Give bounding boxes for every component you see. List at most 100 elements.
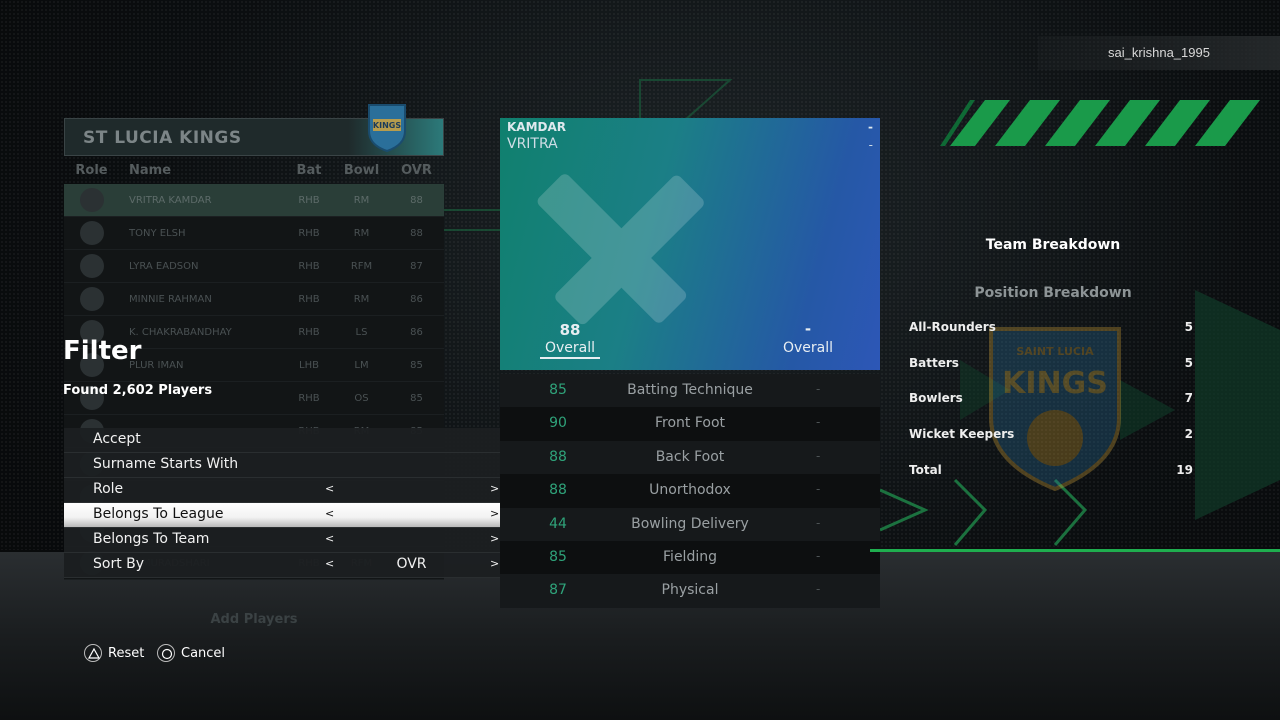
- roster-row[interactable]: MINNIE RAHMAN RHB RM 86: [64, 283, 444, 316]
- add-players-button[interactable]: Add Players: [64, 612, 444, 627]
- stat-name: Bowling Delivery: [631, 515, 749, 532]
- bat-style: LHB: [299, 359, 319, 371]
- chevron-left-icon[interactable]: <: [325, 532, 334, 545]
- compare-overall-label: Overall: [782, 340, 834, 356]
- player-name: MINNIE RAHMAN: [129, 293, 212, 305]
- filter-title: Filter: [63, 336, 142, 366]
- chevron-left-icon[interactable]: <: [325, 507, 334, 520]
- team-header-bar: ST LUCIA KINGS KINGS: [64, 104, 444, 156]
- filter-option-belongs-to-league[interactable]: Belongs To League < >: [64, 503, 516, 528]
- chevron-left-icon[interactable]: <: [325, 482, 334, 495]
- breakdown-value: 5: [1184, 356, 1193, 370]
- stat-row: 44 Bowling Delivery -: [500, 507, 880, 541]
- stat-name: Fielding: [663, 548, 717, 565]
- player-ovr: 86: [410, 293, 423, 305]
- breakdown-label: Batters: [909, 356, 959, 370]
- filter-menu: Accept Surname Starts With Role < > Belongs T…: [64, 428, 516, 578]
- breakdown-row: All-Rounders 5: [909, 318, 1193, 338]
- player-name: VRITRA KAMDAR: [129, 194, 212, 206]
- bat-style: RHB: [298, 326, 320, 338]
- found-players-count: Found 2,602 Players: [63, 383, 213, 398]
- bat-style: RHB: [298, 392, 320, 404]
- stat-compare-value: -: [816, 382, 821, 396]
- stat-row: 85 Batting Technique -: [500, 374, 880, 408]
- accent-line: [870, 549, 1280, 552]
- player-ovr: 86: [410, 326, 423, 338]
- stat-value: 88: [549, 448, 567, 465]
- player-name: LYRA EADSON: [129, 260, 199, 272]
- stat-compare-value: -: [816, 515, 821, 530]
- reset-hint[interactable]: Reset: [84, 644, 144, 662]
- chevron-right-icon[interactable]: >: [490, 507, 499, 520]
- filter-option-label: Sort By: [93, 556, 145, 572]
- filter-option-value: OVR: [396, 556, 427, 572]
- bowl-style: RM: [353, 227, 370, 239]
- col-name-header: Name: [129, 162, 172, 178]
- player-card: KAMDAR VRITRA - - 88 Overall - Overall: [500, 118, 880, 370]
- roster-row[interactable]: VRITRA KAMDAR RHB RM 88: [64, 184, 444, 217]
- chevron-right-icon[interactable]: >: [490, 532, 499, 545]
- stat-compare-value: -: [816, 582, 821, 597]
- player-ovr: 88: [410, 194, 423, 206]
- col-bat-header: Bat: [296, 162, 322, 178]
- col-bowl-header: Bowl: [343, 162, 380, 178]
- breakdown-row: Wicket Keepers 2: [909, 425, 1193, 445]
- cancel-label: Cancel: [181, 645, 226, 661]
- breakdown-label: All-Rounders: [909, 320, 996, 334]
- triangle-button-icon: [84, 644, 102, 662]
- stat-name: Back Foot: [655, 448, 725, 465]
- filter-option-role[interactable]: Role < >: [64, 478, 516, 503]
- role-icon: [64, 254, 119, 278]
- compare-surname: -: [868, 120, 873, 134]
- breakdown-row: Bowlers 7: [909, 389, 1193, 409]
- reset-label: Reset: [108, 645, 145, 661]
- stat-value: 85: [549, 548, 567, 565]
- chevron-right-icon[interactable]: >: [490, 557, 499, 570]
- breakdown-value: 2: [1184, 427, 1193, 441]
- stat-value: 85: [549, 382, 567, 398]
- filter-option-label: Belongs To League: [93, 506, 224, 522]
- chevron-right-icon[interactable]: >: [490, 482, 499, 495]
- stat-name: Unorthodox: [649, 482, 731, 499]
- col-role-header: Role: [75, 162, 108, 178]
- username-tag: sai_krishna_1995: [1038, 36, 1280, 70]
- player-ovr: 88: [410, 227, 423, 239]
- player-name: TONY ELSH: [129, 227, 186, 239]
- team-logo-icon: KINGS: [368, 104, 406, 153]
- filter-option-surname-starts-with[interactable]: Surname Starts With: [64, 453, 516, 478]
- bowl-style: LM: [354, 359, 369, 371]
- stat-name: Physical: [661, 582, 719, 599]
- svg-text:KINGS: KINGS: [373, 121, 401, 130]
- stat-value: 44: [549, 515, 567, 532]
- overall-value: 88: [559, 321, 581, 339]
- player-ovr: 85: [410, 359, 423, 371]
- cancel-hint[interactable]: Cancel: [157, 644, 225, 662]
- stat-row: 88 Unorthodox -: [500, 474, 880, 508]
- breakdown-value: 19: [1176, 463, 1193, 477]
- player-surname: KAMDAR: [507, 120, 567, 134]
- roster-row[interactable]: LYRA EADSON RHB RFM 87: [64, 250, 444, 283]
- position-breakdown-title: Position Breakdown: [974, 285, 1132, 301]
- col-ovr-header: OVR: [401, 162, 432, 178]
- stat-value: 90: [549, 415, 567, 432]
- stat-row: 85 Fielding -: [500, 540, 880, 575]
- stat-value: 87: [549, 582, 567, 599]
- filter-option-sort-by[interactable]: Sort By < OVR >: [64, 553, 516, 578]
- bowl-style: OS: [354, 392, 369, 404]
- stat-row: 87 Physical -: [500, 574, 880, 608]
- roster-row[interactable]: TONY ELSH RHB RM 88: [64, 217, 444, 250]
- filter-option-label: Accept: [93, 431, 141, 447]
- filter-option-belongs-to-team[interactable]: Belongs To Team < >: [64, 528, 516, 553]
- compare-overall-value: -: [804, 320, 812, 338]
- breakdown-row: Total 19: [909, 461, 1193, 481]
- overall-label: Overall: [540, 340, 600, 359]
- filter-option-accept[interactable]: Accept: [64, 428, 516, 453]
- stat-compare-value: -: [816, 448, 821, 463]
- team-name: ST LUCIA KINGS: [83, 128, 242, 148]
- bowl-style: RM: [353, 194, 370, 206]
- player-name: PLUR IMAN: [129, 359, 184, 371]
- player-first-name: VRITRA: [507, 136, 558, 152]
- breakdown-label: Bowlers: [909, 391, 963, 405]
- role-icon: [64, 221, 119, 245]
- chevron-left-icon[interactable]: <: [325, 557, 334, 570]
